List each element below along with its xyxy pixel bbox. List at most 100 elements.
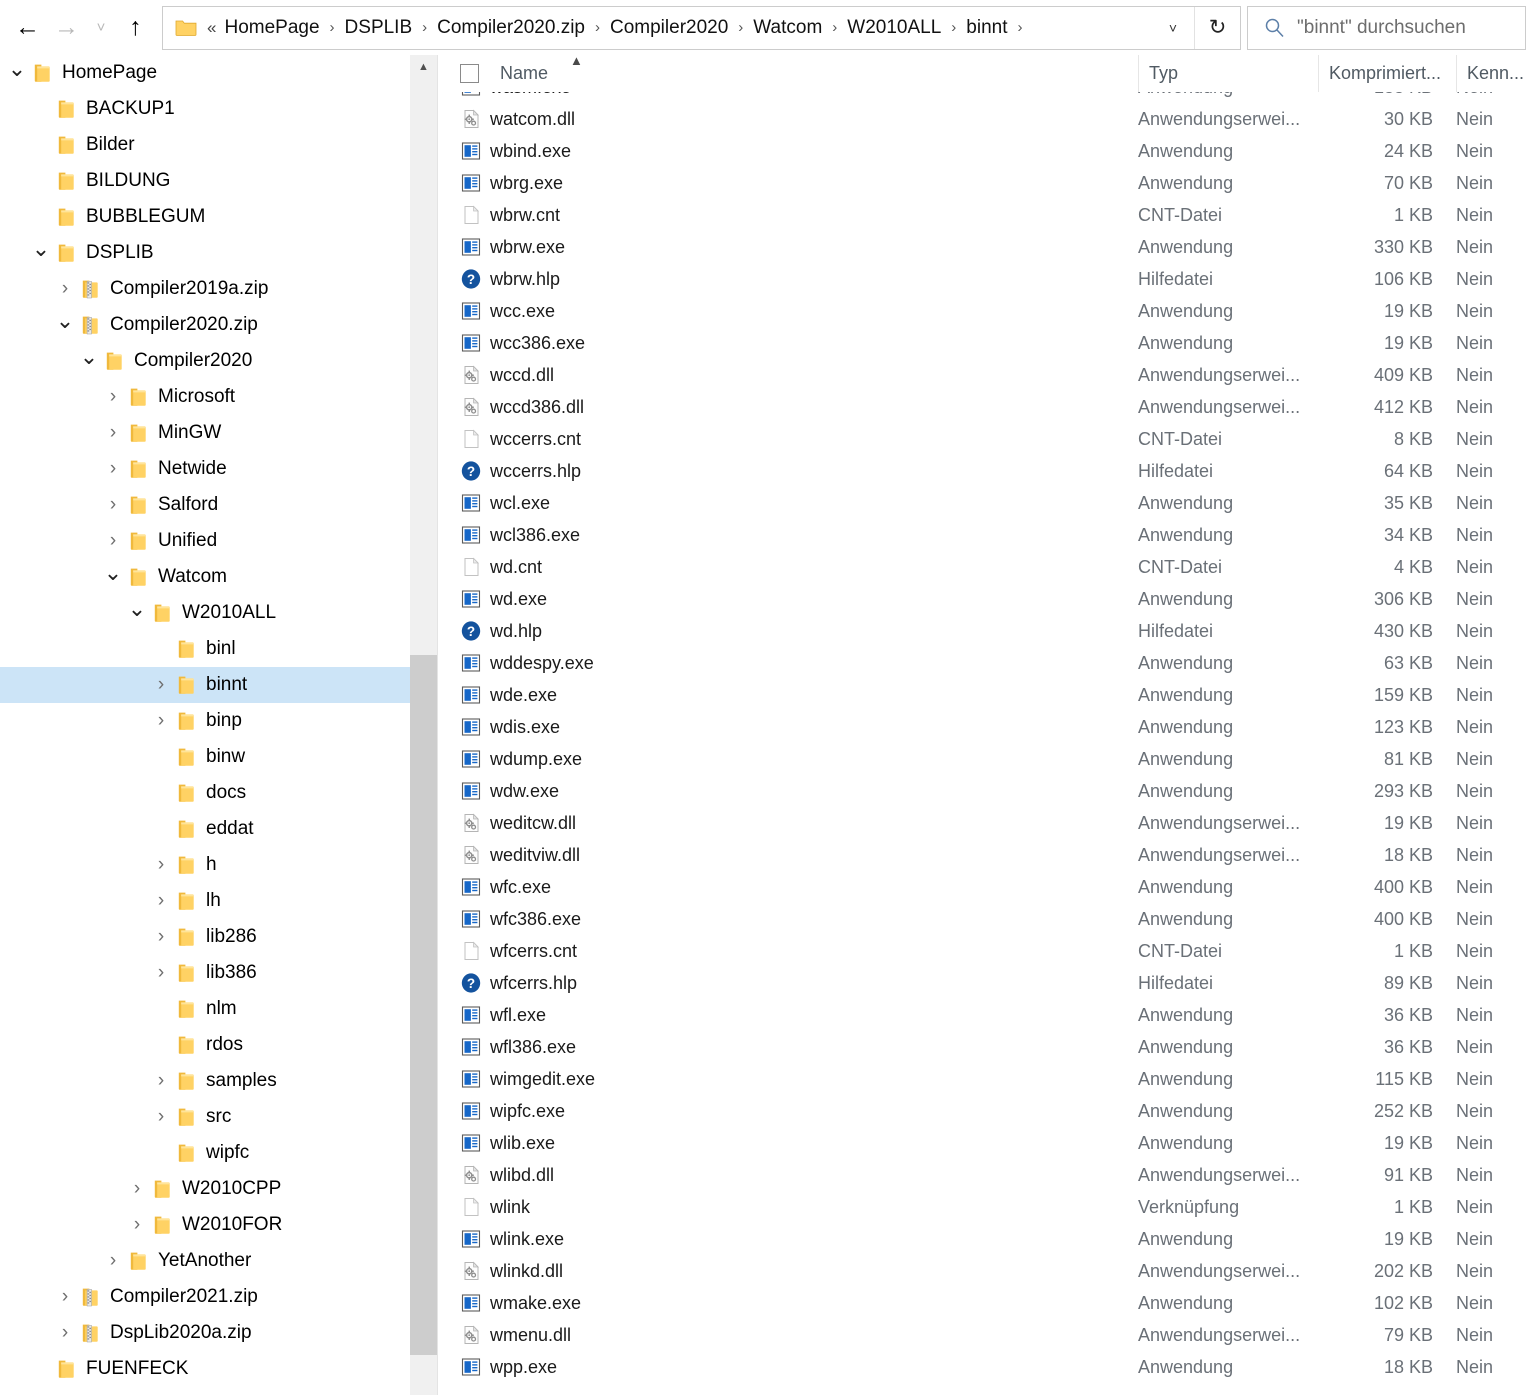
refresh-icon[interactable]: ↻ <box>1194 6 1240 49</box>
tree-item-binw[interactable]: binw <box>0 739 410 775</box>
tree-item-compiler2021-zip[interactable]: › Compiler2021.zip <box>0 1279 410 1315</box>
table-row[interactable]: wd.exeAnwendung306 KBNein549 KB45%25.05.… <box>438 583 1526 615</box>
tree-item-lh[interactable]: › lh <box>0 883 410 919</box>
table-row[interactable]: ?wd.hlpHilfedatei430 KBNein544 KB22%25.0… <box>438 615 1526 647</box>
tree-item-h[interactable]: › h <box>0 847 410 883</box>
table-row[interactable]: wde.exeAnwendung159 KBNein412 KB62%25.05… <box>438 679 1526 711</box>
table-row[interactable]: ?wbrw.hlpHilfedatei106 KBNein142 KB25%25… <box>438 263 1526 295</box>
tree-item-mingw[interactable]: › MinGW <box>0 415 410 451</box>
table-row[interactable]: weditviw.dllAnwendungserwei...18 KBNein3… <box>438 839 1526 871</box>
tree-item-yetanother[interactable]: › YetAnother <box>0 1243 410 1279</box>
chevron-down-icon[interactable]: ⌄ <box>76 339 102 375</box>
tree-item-lib286[interactable]: › lib286 <box>0 919 410 955</box>
tree-item-microsoft[interactable]: › Microsoft <box>0 379 410 415</box>
table-row[interactable]: wccerrs.cntCNT-Datei8 KBNein24 KB69%25.0… <box>438 423 1526 455</box>
tree-item-unified[interactable]: › Unified <box>0 523 410 559</box>
chevron-down-icon[interactable]: ⌄ <box>124 591 150 627</box>
table-row[interactable]: wbrg.exeAnwendung70 KBNein148 KB53%25.05… <box>438 167 1526 199</box>
table-row[interactable]: wccd.dllAnwendungserwei...409 KBNein721 … <box>438 359 1526 391</box>
chevron-right-icon[interactable]: › <box>124 1207 150 1243</box>
table-row[interactable]: wlibd.dllAnwendungserwei...91 KBNein168 … <box>438 1159 1526 1191</box>
table-row[interactable]: wdw.exeAnwendung293 KBNein829 KB65%25.05… <box>438 775 1526 807</box>
tree-item-samples[interactable]: › samples <box>0 1063 410 1099</box>
tree-item-salford[interactable]: › Salford <box>0 487 410 523</box>
back-button[interactable]: ← <box>8 6 47 50</box>
breadcrumb-item-3[interactable]: Compiler2020 <box>608 17 730 39</box>
table-row[interactable]: ?wccerrs.hlpHilfedatei64 KBNein112 KB44%… <box>438 455 1526 487</box>
chevron-right-icon[interactable]: › <box>100 1243 126 1279</box>
table-row[interactable]: wfl.exeAnwendung36 KBNein64 KB44%25.05.2… <box>438 999 1526 1031</box>
tree-item-bilder[interactable]: Bilder <box>0 127 410 163</box>
breadcrumb-overflow[interactable]: « <box>197 18 222 38</box>
table-row[interactable]: ?wfcerrs.hlpHilfedatei89 KBNein155 KB43%… <box>438 967 1526 999</box>
chevron-right-icon[interactable]: › <box>148 1099 174 1135</box>
breadcrumb-sep-5[interactable]: › <box>943 19 964 36</box>
tree-item-binp[interactable]: › binp <box>0 703 410 739</box>
tree-item-dsplib[interactable]: ⌄ DSPLIB <box>0 235 410 271</box>
address-bar[interactable]: « HomePage › DSPLIB › Compiler2020.zip ›… <box>162 5 1242 50</box>
tree-item-backup1[interactable]: BACKUP1 <box>0 91 410 127</box>
table-row[interactable]: wmenu.dllAnwendungserwei...79 KBNein171 … <box>438 1319 1526 1351</box>
breadcrumb-sep-1[interactable]: › <box>414 19 435 36</box>
table-row[interactable]: wcl386.exeAnwendung34 KBNein60 KB44%25.0… <box>438 519 1526 551</box>
tree-item-bubblegum[interactable]: BUBBLEGUM <box>0 199 410 235</box>
table-row[interactable]: wcl.exeAnwendung35 KBNein61 KB44%25.05.2… <box>438 487 1526 519</box>
table-row[interactable]: wdis.exeAnwendung123 KBNein304 KB60%25.0… <box>438 711 1526 743</box>
table-row[interactable]: wlinkd.dllAnwendungserwei...202 KBNein38… <box>438 1255 1526 1287</box>
tree-item-docs[interactable]: docs <box>0 775 410 811</box>
table-row[interactable]: wfl386.exeAnwendung36 KBNein64 KB44%25.0… <box>438 1031 1526 1063</box>
chevron-right-icon[interactable]: › <box>52 1315 78 1351</box>
breadcrumb-sep-4[interactable]: › <box>824 19 845 36</box>
tree-item-bildung[interactable]: BILDUNG <box>0 163 410 199</box>
table-row[interactable]: wfc.exeAnwendung400 KBNein738 KB46%25.05… <box>438 871 1526 903</box>
chevron-right-icon[interactable]: › <box>148 919 174 955</box>
breadcrumb-item-5[interactable]: W2010ALL <box>845 17 943 39</box>
column-header-kenn[interactable]: Kenn... <box>1456 55 1526 92</box>
tree-item-nlm[interactable]: nlm <box>0 991 410 1027</box>
breadcrumb-item-4[interactable]: Watcom <box>751 17 824 39</box>
chevron-right-icon[interactable]: › <box>148 847 174 883</box>
chevron-right-icon[interactable]: › <box>52 1279 78 1315</box>
table-row[interactable]: wd.cntCNT-Datei4 KBNein12 KB72%25.05.201… <box>438 551 1526 583</box>
table-row[interactable]: wlink.exeAnwendung19 KBNein33 KB46%25.05… <box>438 1223 1526 1255</box>
tree-item-watcom[interactable]: ⌄ Watcom <box>0 559 410 595</box>
breadcrumb-sep-6[interactable]: › <box>1009 19 1030 36</box>
tree-item-compiler2020[interactable]: ⌄ Compiler2020 <box>0 343 410 379</box>
chevron-up-icon[interactable]: ▲ <box>410 55 437 79</box>
search-input[interactable]: "binnt" durchsuchen <box>1297 17 1466 39</box>
tree-item-lib386[interactable]: › lib386 <box>0 955 410 991</box>
breadcrumb-item-2[interactable]: Compiler2020.zip <box>435 17 587 39</box>
tree-scrollbar[interactable]: ▲ <box>410 55 437 1395</box>
table-row[interactable]: wpp.exeAnwendung18 KBNein33 KB46%25.05.2… <box>438 1351 1526 1383</box>
tree-item-w2010all[interactable]: ⌄ W2010ALL <box>0 595 410 631</box>
breadcrumb-sep-2[interactable]: › <box>587 19 608 36</box>
table-row[interactable]: wimgedit.exeAnwendung115 KBNein275 KB59%… <box>438 1063 1526 1095</box>
tree-item-binnt[interactable]: › binnt <box>0 667 410 703</box>
table-row[interactable]: wasm.exeAnwendung133 KBNein266 KB50%25.0… <box>438 92 1526 103</box>
column-header-name[interactable]: Name <box>490 55 738 92</box>
column-header-komprimiert[interactable]: Komprimiert... <box>1318 55 1456 92</box>
chevron-right-icon[interactable]: › <box>148 883 174 919</box>
chevron-right-icon[interactable]: › <box>148 703 174 739</box>
search-box[interactable]: "binnt" durchsuchen <box>1247 5 1526 50</box>
chevron-down-icon[interactable]: ˅ <box>1153 7 1193 49</box>
table-row[interactable]: wlib.exeAnwendung19 KBNein33 KB46%25.05.… <box>438 1127 1526 1159</box>
recent-locations-button[interactable]: ˅ <box>86 6 116 50</box>
tree-item-binl[interactable]: binl <box>0 631 410 667</box>
column-header-typ[interactable]: Typ <box>1138 55 1318 92</box>
table-row[interactable]: weditcw.dllAnwendungserwei...19 KBNein34… <box>438 807 1526 839</box>
tree-item-compiler2020-zip[interactable]: ⌄ Compiler2020.zip <box>0 307 410 343</box>
table-row[interactable]: wfcerrs.cntCNT-Datei1 KBNein1 KB54%25.05… <box>438 935 1526 967</box>
tree-item-wipfc[interactable]: wipfc <box>0 1135 410 1171</box>
table-row[interactable]: wccd386.dllAnwendungserwei...412 KBNein7… <box>438 391 1526 423</box>
forward-button[interactable]: → <box>47 6 86 50</box>
chevron-down-icon[interactable]: ⌄ <box>4 55 30 87</box>
chevron-right-icon[interactable]: › <box>100 451 126 487</box>
chevron-down-icon[interactable]: ⌄ <box>100 555 126 591</box>
tree-item-rdos[interactable]: rdos <box>0 1027 410 1063</box>
table-row[interactable]: watcom.dllAnwendungserwei...30 KBNein56 … <box>438 103 1526 135</box>
tree-item-src[interactable]: › src <box>0 1099 410 1135</box>
chevron-right-icon[interactable]: › <box>124 1171 150 1207</box>
chevron-down-icon[interactable]: ⌄ <box>28 231 54 267</box>
table-row[interactable]: wmake.exeAnwendung102 KBNein184 KB46%25.… <box>438 1287 1526 1319</box>
